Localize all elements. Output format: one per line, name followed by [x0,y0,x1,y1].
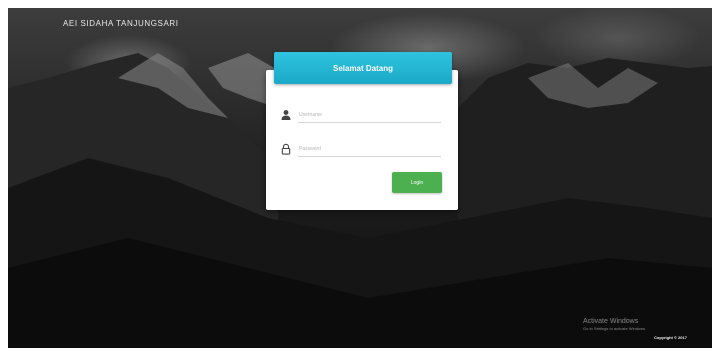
login-button[interactable]: Login [392,172,442,193]
login-header: Selamat Datang [274,52,452,84]
activate-windows-subtitle: Go to Settings to activate Windows. [583,326,647,331]
password-row [280,142,442,158]
username-row [280,108,442,124]
password-input[interactable] [298,142,441,157]
user-icon [281,110,291,120]
activate-windows-title: Activate Windows [583,318,639,325]
copyright-text: Copyright © 2017 [654,335,687,340]
lock-icon [281,143,291,155]
username-input[interactable] [298,108,441,123]
activate-windows-watermark: Activate Windows Go to Settings to activ… [583,318,646,331]
brand-title: AEI SIDAHA TANJUNGSARI [63,19,179,28]
